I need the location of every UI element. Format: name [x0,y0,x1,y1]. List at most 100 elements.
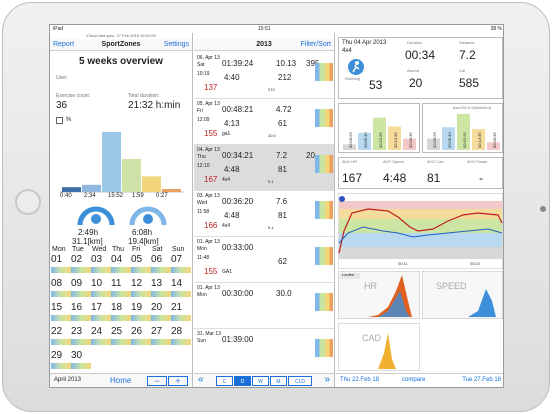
activity-zone-thumbnail [315,109,333,127]
calendar-day[interactable]: 12 [131,279,151,297]
calendar-day[interactable]: 01 [51,255,71,273]
calendar-day[interactable]: 30 [71,351,91,369]
compare-date-start[interactable]: Thu 22.Feb 18 [340,377,379,383]
calendar-day[interactable]: 13 [151,279,171,297]
zone-label: 00:00:23 [432,132,437,148]
activity-duration: 00:48:21 [222,105,254,114]
calendar-day-activity [71,267,91,273]
weekday-label: Sun [172,246,185,253]
activity-row[interactable]: 31. Mar 13 Sun 01:39:00 [194,329,334,375]
calendar-day[interactable]: 24 [91,327,111,345]
mid-bottom-bar: « C D W M CLD » [194,373,334,387]
activity-distance: 30.0 [276,289,292,298]
segment-c[interactable]: C [216,376,233,386]
calendar-day[interactable]: 17 [91,303,111,321]
minus-button[interactable]: − [147,376,167,386]
calendar-day[interactable]: 20 [151,303,171,321]
activity-avg-pace: 4:48 [224,165,240,174]
home-button[interactable] [15,189,41,215]
status-bar: iPad 15:51 38 % [50,25,503,33]
calendar-day[interactable]: 27 [151,327,171,345]
activity-date: 05. Apr 13 [197,101,220,107]
hr-dist-label: HR [364,281,377,291]
activity-note: 4x4 [222,177,231,183]
calendar-day-activity [171,315,191,321]
next-button[interactable]: » [324,374,330,385]
calendar-day[interactable]: 22 [51,327,71,345]
activity-cadence: 81 [278,165,287,174]
calendar-day-number: 28 [171,326,183,337]
sport-label: Running [345,76,360,81]
activity-extra: 9.1 [268,225,274,230]
calendar-day[interactable]: 16 [71,303,91,321]
calendar-day-activity [51,267,71,273]
calendar-day[interactable]: 11 [111,279,131,297]
settings-button[interactable]: Settings [164,39,189,51]
segment-d[interactable]: D [234,376,251,386]
activity-cadence: 61 [278,119,287,128]
calendar-day[interactable]: 28 [171,327,191,345]
segment-cld[interactable]: CLD [288,376,312,386]
weekday-label: Fri [132,246,141,253]
activity-duration: 00:30:00 [222,289,254,298]
activity-date: 03. Apr 13 [197,193,220,199]
plus-button[interactable]: + [168,376,188,386]
calendar-day[interactable]: 03 [91,255,111,273]
activity-avg-pace: 4:48 [224,211,240,220]
calendar-day-number: 20 [151,302,163,313]
activity-row[interactable]: 01. Apr 13 Mon 11:48 00:33:00 155 GA1 62 [194,237,334,283]
activity-row[interactable]: 05. Apr 13 Fri 12:09 00:48:21 4.72 4:13 155 ga1… [194,99,334,145]
percent-checkbox[interactable] [56,117,63,124]
histogram-bar [102,132,121,192]
percent-label: % [66,117,72,123]
weekday-label: Tue [72,246,84,253]
weekday-label: Sat [152,246,163,253]
avg-hr-value: 167 [342,171,363,185]
compare-button[interactable]: compare [402,377,425,383]
histogram-bar [142,176,161,192]
activity-type-label: Laufen [342,272,355,277]
calendar-day[interactable]: 23 [71,327,91,345]
calendar-day-activity [151,339,171,345]
calendar-day-activity [51,339,71,345]
compare-date-end[interactable]: Tue 27.Feb 18 [462,377,501,383]
calendar-day[interactable]: 14 [171,279,191,297]
activity-row[interactable]: 01. Apr 13 Mon 00:30:00 30.0 [194,283,334,329]
activity-avg-pace: 4:13 [224,119,240,128]
segment-m[interactable]: M [270,376,287,386]
home-link[interactable]: Home [110,376,131,385]
activity-date: 01. Apr 13 [197,239,220,245]
activity-row[interactable]: 03. Apr 13 Wed 11:58 00:36:20 7.6 4:48 166 4x4 8… [194,191,334,237]
calendar-day[interactable]: 25 [111,327,131,345]
calendar-day[interactable]: 19 [131,303,151,321]
calendar-day-number: 12 [131,278,143,289]
activity-hr: 167 [204,175,218,184]
avg-speed-value: 4:48 [383,171,407,185]
calendar-day[interactable]: 15 [51,303,71,321]
activity-row[interactable]: 06. Apr 13 Sat 10:19 01:39:24 10.13 395 4:40 13… [194,53,334,99]
calendar-day-number: 27 [151,326,163,337]
segment-w[interactable]: W [252,376,269,386]
histogram-bar [162,189,181,192]
calendar-day[interactable]: 09 [71,279,91,297]
zone-label: 00:00:23 [348,132,353,148]
calendar-day[interactable]: 29 [51,351,71,369]
calendar-day[interactable]: 18 [111,303,131,321]
calendar-day[interactable]: 06 [151,255,171,273]
calendar-day-number: 23 [71,326,83,337]
total-duration-value: 21:32 h:min [128,100,181,111]
calendar-day[interactable]: 02 [71,255,91,273]
calendar-day[interactable]: 04 [111,255,131,273]
calendar-day[interactable]: 10 [91,279,111,297]
histogram-label: 0:27 [156,193,168,199]
calendar-day[interactable]: 08 [51,279,71,297]
summary-box: Thu 04 Apr 2013 4x4 Running 53 Duration … [338,37,503,99]
calendar-day[interactable]: 26 [131,327,151,345]
activity-row[interactable]: 04. Apr 13 Thu 12:10 00:34:21 7.2 20 4:48 167 4x… [194,145,334,191]
prev-button[interactable]: « [198,374,204,385]
zone-label: 00:13:35 [393,132,398,148]
calendar-day[interactable]: 21 [171,303,191,321]
calendar-day[interactable]: 07 [171,255,191,273]
calendar-day[interactable]: 05 [131,255,151,273]
filter-sort-button[interactable]: Filter/Sort [301,39,331,51]
